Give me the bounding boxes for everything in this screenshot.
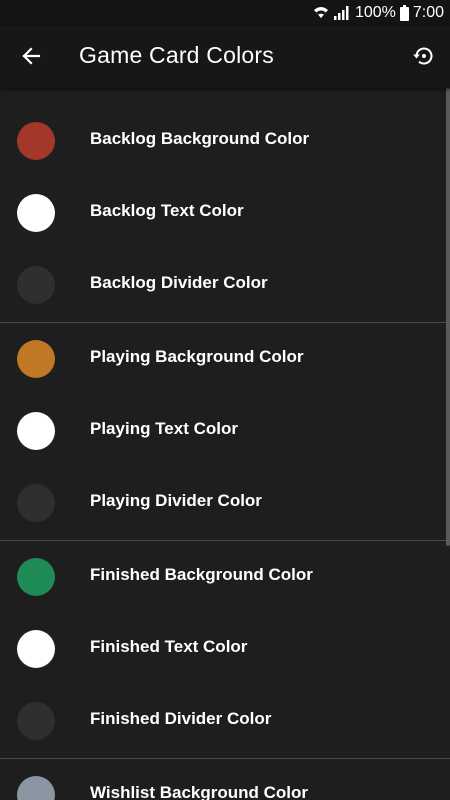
list-item-backlog-text[interactable]: Backlog Text Color [0, 177, 450, 249]
color-swatch [17, 340, 55, 378]
list-item-label: Finished Background Color [90, 565, 313, 584]
color-swatch [17, 702, 55, 740]
list-item-backlog-divider[interactable]: Backlog Divider Color [0, 249, 450, 321]
list-item-label: Wishlist Background Color [90, 783, 309, 800]
list-item-label: Finished Divider Color [90, 709, 272, 728]
status-bar: 100% 7:00 [0, 0, 450, 26]
list-item-label: Backlog Text Color [90, 201, 244, 220]
list-item-label: Finished Text Color [90, 637, 248, 656]
list-item-finished-background[interactable]: Finished Background Color [0, 541, 450, 613]
signal-icon [333, 5, 349, 21]
color-swatch [17, 266, 55, 304]
battery-percent: 100% [354, 4, 396, 21]
list-item-label: Playing Divider Color [90, 491, 262, 510]
battery-icon [399, 5, 409, 21]
color-swatch [17, 630, 55, 668]
list-item-backlog-background[interactable]: Backlog Background Color [0, 105, 450, 177]
list-item-label: Playing Background Color [90, 347, 304, 366]
back-button[interactable] [14, 41, 48, 75]
clock: 7:00 [412, 4, 444, 21]
list-item-finished-text[interactable]: Finished Text Color [0, 613, 450, 685]
list-item-playing-text[interactable]: Playing Text Color [0, 395, 450, 467]
reset-colors-button[interactable] [406, 41, 440, 75]
list-item-finished-divider[interactable]: Finished Divider Color [0, 685, 450, 757]
color-settings-list[interactable]: Backlog Background Color Backlog Text Co… [0, 88, 450, 800]
color-swatch [17, 558, 55, 596]
list-item-playing-background[interactable]: Playing Background Color [0, 323, 450, 395]
color-swatch [17, 122, 55, 160]
color-swatch [17, 194, 55, 232]
scrollbar[interactable] [446, 88, 450, 546]
color-swatch [17, 776, 55, 800]
restore-icon [411, 44, 435, 73]
page-title: Game Card Colors [79, 42, 274, 68]
wifi-icon [313, 5, 329, 21]
list-item-label: Backlog Background Color [90, 129, 310, 148]
app-bar: Game Card Colors [0, 26, 450, 88]
list-item-label: Backlog Divider Color [90, 273, 268, 292]
list-item-playing-divider[interactable]: Playing Divider Color [0, 467, 450, 539]
arrow-back-icon [21, 46, 41, 71]
list-item-label: Playing Text Color [90, 419, 238, 438]
color-swatch [17, 412, 55, 450]
list-item-wishlist-background[interactable]: Wishlist Background Color [0, 759, 450, 800]
color-swatch [17, 484, 55, 522]
